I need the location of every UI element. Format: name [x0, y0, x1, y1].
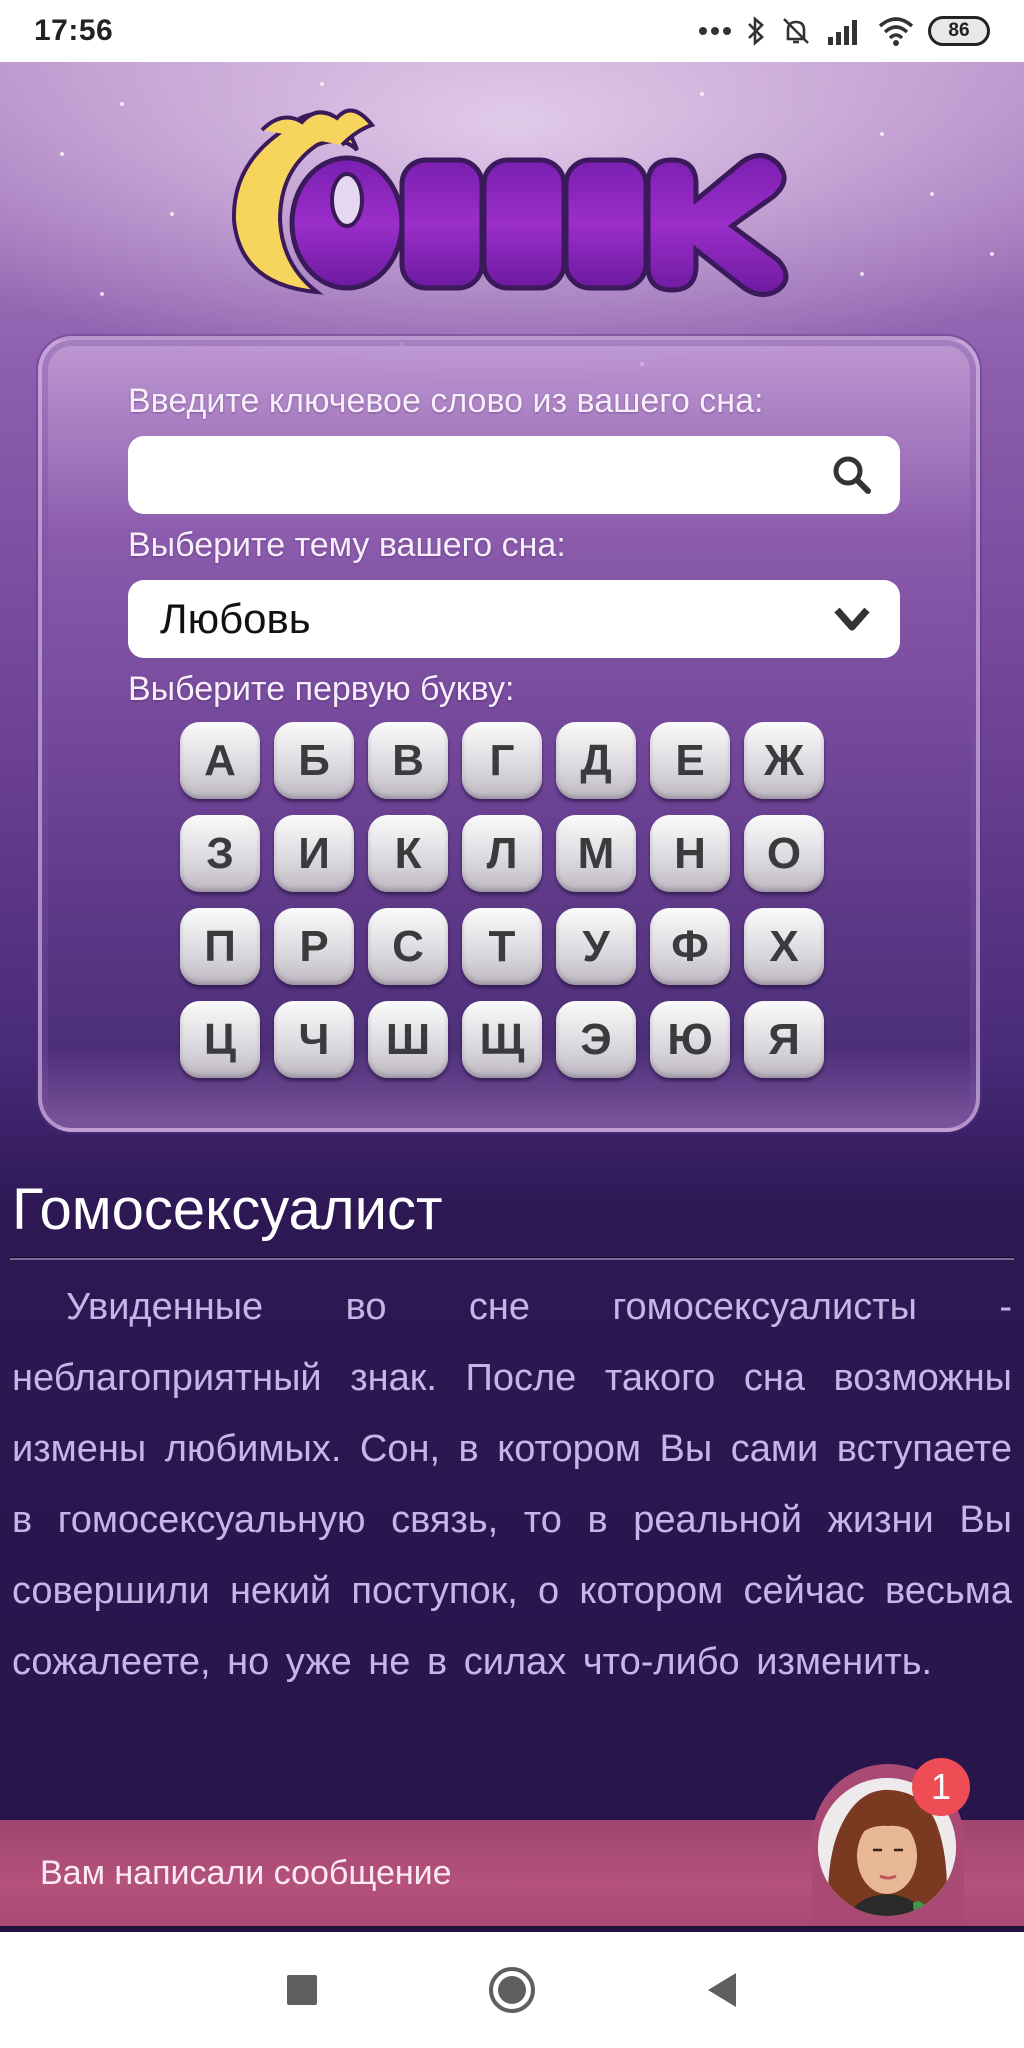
- theme-select[interactable]: Любовь: [128, 580, 900, 658]
- keyword-input[interactable]: [160, 453, 828, 497]
- keyword-label: Введите ключевое слово из вашего сна:: [128, 382, 764, 420]
- article-divider: [10, 1257, 1014, 1260]
- letter-button[interactable]: Б: [274, 722, 354, 799]
- letter-button[interactable]: П: [180, 908, 260, 985]
- letter-button[interactable]: Т: [462, 908, 542, 985]
- bell-muted-icon: [780, 15, 812, 47]
- letter-button[interactable]: Щ: [462, 1001, 542, 1078]
- letter-button[interactable]: Н: [650, 815, 730, 892]
- letter-button[interactable]: О: [744, 815, 824, 892]
- letter-button[interactable]: М: [556, 815, 636, 892]
- letter-button[interactable]: И: [274, 815, 354, 892]
- search-icon[interactable]: [828, 451, 876, 499]
- letter-button[interactable]: У: [556, 908, 636, 985]
- letter-grid: А Б В Г Д Е Ж З И К Л М Н О П Р С Т У Ф …: [180, 722, 824, 1078]
- letter-button[interactable]: Р: [274, 908, 354, 985]
- bluetooth-icon: [746, 15, 766, 47]
- letter-button[interactable]: Л: [462, 815, 542, 892]
- battery-indicator: 86: [928, 16, 990, 46]
- theme-label: Выберите тему вашего сна:: [128, 526, 566, 564]
- letter-button[interactable]: В: [368, 722, 448, 799]
- letter-button[interactable]: Э: [556, 1001, 636, 1078]
- letter-button[interactable]: К: [368, 815, 448, 892]
- recents-button[interactable]: [272, 1960, 332, 2020]
- letter-button[interactable]: Ж: [744, 722, 824, 799]
- status-bar: 17:56 86: [0, 0, 1024, 62]
- letter-label: Выберите первую букву:: [128, 670, 515, 708]
- more-dots-icon: [698, 26, 732, 36]
- letter-button[interactable]: Ц: [180, 1001, 260, 1078]
- square-icon: [287, 1975, 317, 2005]
- article-title: Гомосексуалист: [12, 1177, 443, 1242]
- status-icons: 86: [698, 15, 990, 47]
- message-banner-text: Вам написали сообщение: [40, 1853, 452, 1892]
- home-button[interactable]: [482, 1960, 542, 2020]
- circle-icon: [489, 1967, 535, 2013]
- letter-button[interactable]: Ю: [650, 1001, 730, 1078]
- triangle-back-icon: [708, 1973, 736, 2007]
- letter-button[interactable]: Ф: [650, 908, 730, 985]
- letter-button[interactable]: Г: [462, 722, 542, 799]
- letter-button[interactable]: Е: [650, 722, 730, 799]
- back-button[interactable]: [692, 1960, 752, 2020]
- chevron-down-icon[interactable]: [828, 595, 876, 643]
- letter-button[interactable]: Ч: [274, 1001, 354, 1078]
- logo-moon-icon: [231, 108, 789, 297]
- article-body: Увиденные во сне гомосексуалисты - небла…: [12, 1286, 1012, 1683]
- app-logo: [222, 100, 802, 300]
- theme-selected-value: Любовь: [160, 595, 311, 642]
- letter-button[interactable]: Х: [744, 908, 824, 985]
- letter-button[interactable]: Д: [556, 722, 636, 799]
- letter-button[interactable]: С: [368, 908, 448, 985]
- letter-button[interactable]: Ш: [368, 1001, 448, 1078]
- letter-button[interactable]: З: [180, 815, 260, 892]
- keyword-field[interactable]: [128, 436, 900, 514]
- signal-icon: [826, 17, 864, 45]
- notification-badge: 1: [912, 1758, 970, 1816]
- letter-button[interactable]: А: [180, 722, 260, 799]
- letter-button[interactable]: Я: [744, 1001, 824, 1078]
- wifi-icon: [878, 16, 914, 46]
- nav-bar: [0, 1932, 1024, 2048]
- status-time: 17:56: [34, 14, 114, 47]
